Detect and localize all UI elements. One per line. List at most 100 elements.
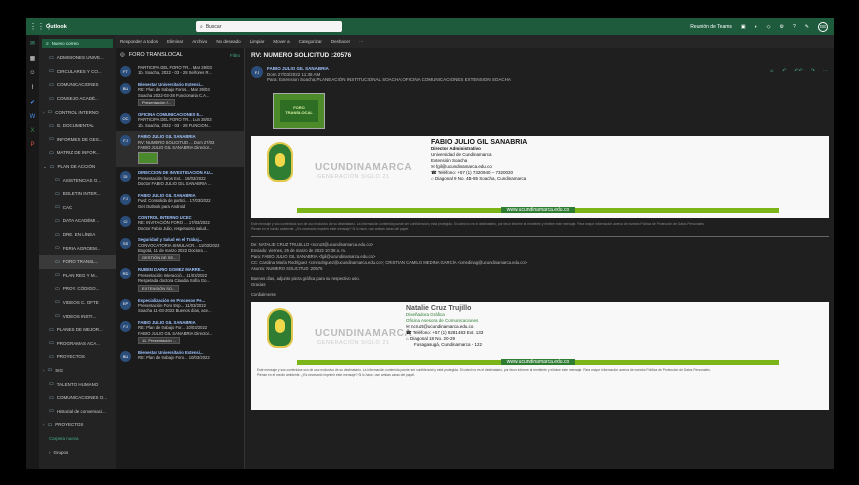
message-item[interactable]: FJ FABIO JULIO GIL SANABRIA RE: Plan de tr…	[116, 317, 244, 347]
attachment-chip[interactable]: 11. Presentación ...	[138, 337, 181, 344]
folder-item[interactable]: ▭ VIDEOS C. OFTE	[39, 296, 116, 310]
emoji-icon[interactable]: ☺	[769, 68, 774, 74]
command-button[interactable]: Eliminar	[167, 39, 183, 44]
legal-notice-2: Piense en el medio ambiente. ¿Es necesar…	[257, 373, 415, 377]
message-preview: Soacha 11-03-2022 Buenos días, ace...	[138, 308, 212, 314]
folder-item[interactable]: ▭ PLAN REG Y M...	[39, 269, 116, 283]
folder-item[interactable]: ⌄ ▭ PLAN DE ACCIÓN	[39, 160, 116, 174]
excel-icon[interactable]: X	[30, 128, 34, 134]
folder-item[interactable]: › ▭ SIG	[39, 364, 116, 378]
folder-icon: ▭	[47, 421, 53, 428]
people-icon[interactable]: ☺	[29, 70, 35, 76]
command-button[interactable]: Archivo	[192, 39, 207, 44]
attachment-preview[interactable]	[138, 152, 158, 165]
folder-item[interactable]: ▭ FORO TRANSL...	[39, 254, 116, 269]
new-mail-button[interactable]: ≡ Nuevo correo	[42, 39, 113, 48]
email-subject: RV: NUMERO SOLICITUD :20576	[251, 52, 352, 59]
word-icon[interactable]: W	[30, 114, 36, 120]
folder-item[interactable]: ▭ FERIA AGROEM...	[39, 241, 116, 255]
message-item[interactable]: BU Bienestar Universitario Extensi... RE: …	[116, 79, 244, 109]
command-button[interactable]: Deshacer	[331, 39, 350, 44]
teams-meeting-label[interactable]: Reunión de Teams	[690, 24, 732, 30]
bell-icon[interactable]: ◇	[767, 24, 771, 30]
folder-item[interactable]: ▭ G. DOCUMENTAL	[39, 119, 116, 133]
message-item[interactable]: RD RUBEN DARIO GOMEZ MARRE... Presentación…	[116, 264, 244, 294]
reply-icon[interactable]: ↶	[782, 68, 786, 74]
mail-icon[interactable]: ✉	[30, 40, 35, 47]
sender-avatar[interactable]: FJ	[251, 66, 263, 78]
feedback-icon[interactable]: ✎	[805, 24, 809, 30]
folder-item[interactable]: ▭ Historial de conversaci...	[39, 404, 116, 418]
message-item[interactable]: BU Bienestar Universitario Extensi... RE: …	[116, 347, 244, 364]
folder-item[interactable]: ▭ ASISTENCIAS O...	[39, 173, 116, 187]
message-item[interactable]: EP Especialización en Procesos Pe... Prese…	[116, 295, 244, 317]
folder-item[interactable]: ▭ ADMISIONES UNIVE...	[39, 51, 116, 65]
folder-item[interactable]: › ▭ CONTROL INTERNO	[39, 105, 116, 119]
teams-icon[interactable]: ▣	[741, 24, 746, 30]
folder-item[interactable]: ▭ CIRCULARES Y CO...	[39, 65, 116, 79]
user-avatar[interactable]: GE	[818, 21, 828, 32]
signature-1: UCUNDINAMARCA GENERACIÓN SIGLO 21 FABIO …	[251, 136, 829, 218]
filter-button[interactable]: Filtro	[230, 53, 240, 58]
help-icon[interactable]: ?	[793, 24, 796, 30]
folder-label: INFORMES DE GES...	[56, 136, 103, 142]
paperclip-icon[interactable]: ⌇	[31, 84, 34, 91]
attachment-chip[interactable]: GESTIÓN DE SE...	[138, 254, 181, 262]
command-button[interactable]: Limpiar	[250, 39, 265, 44]
command-button[interactable]: ···	[359, 39, 364, 44]
attachment-chip[interactable]: Presentación f...	[138, 99, 175, 107]
message-item[interactable]: FJ FABIO JULIO GIL SANABRIA RV: NUMERO SOL…	[116, 131, 244, 168]
folder-item[interactable]: ▭ COMUNICACIONES O...	[39, 391, 116, 405]
folder-item[interactable]: ▭ TALENTO HUMANO	[39, 377, 116, 391]
folder-label: BOLETIN INTER...	[62, 191, 101, 197]
folder-item[interactable]: ▭ BOLETIN INTER...	[39, 187, 116, 201]
calendar-icon[interactable]: ▦	[30, 55, 36, 62]
command-button[interactable]: No deseado	[216, 39, 240, 44]
select-all-icon[interactable]: ◎	[120, 52, 125, 58]
create-folder-link[interactable]: Carpeta nueva	[39, 432, 116, 446]
reply-all-icon[interactable]: ↶↶	[794, 68, 802, 74]
app-launcher-icon[interactable]: ⋮⋮⋮	[29, 22, 53, 31]
command-button[interactable]: Categorizar	[299, 39, 322, 44]
folder-item[interactable]: › ▭ PROYECTOS	[39, 418, 116, 432]
folder-item[interactable]: ▭ PROYECTOS	[39, 350, 116, 364]
hamburger-icon[interactable]: ≡	[46, 41, 49, 46]
folder-item[interactable]: ▭ PROY. CÓDIGO...	[39, 282, 116, 296]
folder-item[interactable]: ▭ PROGRAMAS ACA...	[39, 336, 116, 350]
chevron-right-icon[interactable]: ›	[43, 422, 45, 427]
folder-item[interactable]: ▭ MATRIZ DE INFOR...	[39, 146, 116, 160]
command-button[interactable]: Responder a todos	[120, 39, 158, 44]
folder-icon: ▭	[49, 68, 54, 75]
forward-icon[interactable]: ↷	[811, 68, 815, 74]
chevron-right-icon[interactable]: ›	[43, 368, 45, 373]
message-item[interactable]: DI DIRECCION DE INVESTIGACION AU... Presen…	[116, 167, 244, 189]
message-item[interactable]: FJ FABIO JULIO GIL SANABRIA Fwd: Consolida…	[116, 190, 244, 212]
gear-icon[interactable]: ⚙	[780, 24, 784, 30]
folder-label: ADMISIONES UNIVE...	[56, 55, 104, 61]
folder-item[interactable]: ▭ INFORMES DE GES...	[39, 133, 116, 147]
search-box[interactable]: ⌕ Buscar	[196, 21, 342, 32]
attachment-thumbnail[interactable]: FORO TRANSLOCAL	[273, 93, 325, 129]
website-bar[interactable]: www.ucundinamarca.edu.co	[297, 207, 779, 213]
chevron-down-icon[interactable]: ⌄	[43, 164, 47, 170]
folder-item[interactable]: ▭ VIDEOS INSTI...	[39, 309, 116, 323]
megaphone-icon[interactable]: ◐	[755, 24, 758, 30]
command-button[interactable]: Mover a	[273, 39, 289, 44]
folder-item[interactable]: ▭ DATA ACADÉMI...	[39, 214, 116, 228]
message-item[interactable]: CI CONTROL INTERNO UCEC RE: INVITACIÓN FOR…	[116, 212, 244, 234]
more-icon[interactable]: ···	[823, 68, 828, 74]
folder-item[interactable]: ▭ COMUNICACIONES	[39, 78, 116, 92]
attachment-chip[interactable]: EXTENSIÓN SO...	[138, 284, 180, 292]
groups-section[interactable]: › Grupos	[39, 445, 116, 459]
folder-item[interactable]: ▭ DRE. EN LÍNEA	[39, 228, 116, 242]
folder-item[interactable]: ▭ PLANES DE MEJOR...	[39, 323, 116, 337]
todo-icon[interactable]: ✔	[30, 99, 35, 106]
website-bar[interactable]: www.ucundinamarca.edu.co	[297, 359, 779, 365]
powerpoint-icon[interactable]: P	[30, 142, 34, 148]
message-item[interactable]: OC OFICINA COMUNICACIONES E... PARTICIPA D…	[116, 109, 244, 131]
message-item[interactable]: FT PARTICIPA DEL FORO TR... Mar 29/03 1b. …	[116, 62, 244, 79]
folder-item[interactable]: ▭ CAC	[39, 201, 116, 215]
chevron-right-icon[interactable]: ›	[43, 110, 45, 115]
message-item[interactable]: SS Seguridad y Salud en el Trabaj... CONVO…	[116, 234, 244, 264]
folder-item[interactable]: ▭ CONSEJO ACADÉ...	[39, 92, 116, 106]
